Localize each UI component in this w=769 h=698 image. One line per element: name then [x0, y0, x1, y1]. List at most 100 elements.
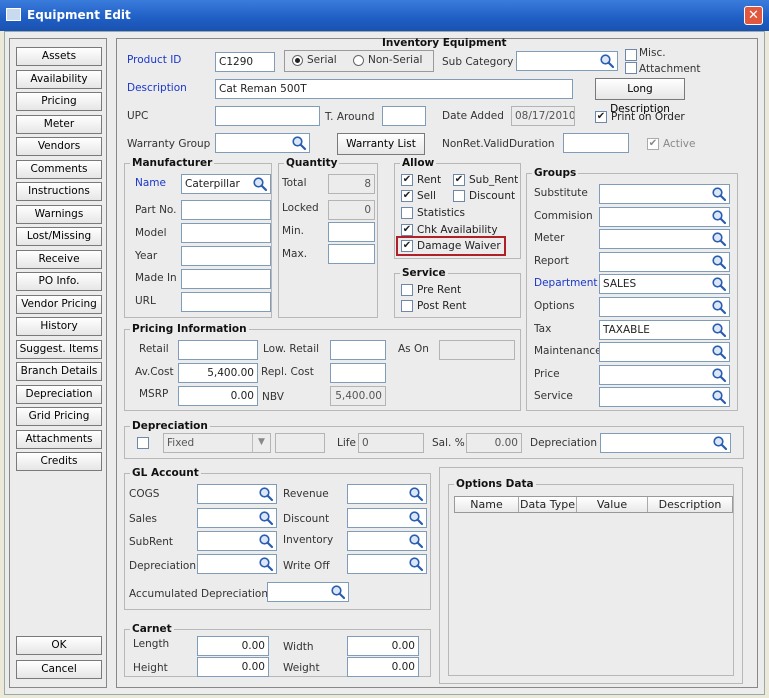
- search-icon[interactable]: [291, 135, 307, 151]
- search-icon[interactable]: [408, 556, 424, 572]
- pre-rent-checkbox[interactable]: [401, 284, 413, 296]
- search-icon[interactable]: [711, 367, 727, 383]
- cancel-button[interactable]: Cancel: [16, 660, 102, 679]
- search-icon[interactable]: [408, 510, 424, 526]
- group-department-field[interactable]: SALES: [599, 274, 730, 295]
- close-button[interactable]: ✕: [744, 6, 763, 25]
- search-icon[interactable]: [408, 533, 424, 549]
- nav-availability-button[interactable]: Availability: [16, 69, 102, 89]
- nav-branch-details-button[interactable]: Branch Details: [16, 362, 102, 381]
- post-rent-checkbox[interactable]: [401, 300, 413, 312]
- ok-button[interactable]: OK: [16, 636, 102, 655]
- mfr-name-field[interactable]: Caterpillar: [181, 174, 271, 194]
- search-icon[interactable]: [599, 53, 615, 69]
- nav-meter-button[interactable]: Meter: [16, 114, 102, 134]
- nav-lost-missing-button[interactable]: Lost/Missing: [16, 227, 102, 246]
- options-col-datatype[interactable]: Data Type: [519, 497, 577, 512]
- nav-history-button[interactable]: History: [16, 317, 102, 336]
- model-field[interactable]: [181, 223, 271, 243]
- cogs-field[interactable]: [197, 484, 277, 504]
- options-col-value[interactable]: Value: [577, 497, 648, 512]
- warranty-group-field[interactable]: [215, 133, 310, 153]
- revenue-field[interactable]: [347, 484, 427, 504]
- nav-assets-button[interactable]: Assets: [16, 47, 102, 66]
- gl-depreciation-field[interactable]: [197, 554, 277, 574]
- nav-pricing-button[interactable]: Pricing: [16, 92, 102, 111]
- max-field[interactable]: [328, 244, 375, 264]
- height-field[interactable]: 0.00: [197, 657, 269, 677]
- low-retail-field[interactable]: [330, 340, 386, 360]
- search-icon[interactable]: [711, 299, 727, 315]
- retail-field[interactable]: [178, 340, 258, 360]
- misc-checkbox[interactable]: [625, 49, 637, 61]
- min-field[interactable]: [328, 222, 375, 242]
- chk-availability-checkbox[interactable]: ✔: [401, 224, 413, 236]
- depreciation-checkbox[interactable]: [137, 437, 149, 449]
- depreciation-method-select[interactable]: Fixed ▼: [163, 433, 271, 453]
- partno-field[interactable]: [181, 200, 271, 220]
- group-price-field[interactable]: [599, 364, 730, 385]
- nav-grid-pricing-button[interactable]: Grid Pricing: [16, 407, 102, 426]
- nav-warnings-button[interactable]: Warnings: [16, 204, 102, 224]
- options-col-name[interactable]: Name: [455, 497, 519, 512]
- nav-instructions-button[interactable]: Instructions: [16, 182, 102, 201]
- sales-field[interactable]: [197, 508, 277, 528]
- nav-credits-button[interactable]: Credits: [16, 452, 102, 471]
- group-options-field[interactable]: [599, 297, 730, 317]
- nav-receive-button[interactable]: Receive: [16, 249, 102, 269]
- product-id-field[interactable]: C1290: [215, 52, 275, 72]
- active-checkbox[interactable]: ✔: [647, 138, 659, 150]
- damage-waiver-checkbox[interactable]: ✔: [401, 240, 413, 252]
- msrp-field[interactable]: 0.00: [178, 386, 258, 406]
- accum-depreciation-field[interactable]: [267, 582, 349, 602]
- search-icon[interactable]: [258, 486, 274, 502]
- search-icon[interactable]: [258, 556, 274, 572]
- nav-depreciation-button[interactable]: Depreciation: [16, 384, 102, 404]
- subrent-checkbox[interactable]: ✔: [453, 174, 465, 186]
- search-icon[interactable]: [711, 389, 727, 405]
- group-tax-field[interactable]: TAXABLE: [599, 319, 730, 340]
- group-report-field[interactable]: [599, 251, 730, 272]
- search-icon[interactable]: [258, 533, 274, 549]
- nonret-field[interactable]: [563, 133, 629, 153]
- nav-vendor-pricing-button[interactable]: Vendor Pricing: [16, 294, 102, 314]
- print-on-order-checkbox[interactable]: ✔: [595, 111, 607, 123]
- gl-discount-field[interactable]: [347, 508, 427, 528]
- group-meter-field[interactable]: [599, 229, 730, 250]
- nav-attachments-button[interactable]: Attachments: [16, 429, 102, 449]
- group-service-field[interactable]: [599, 387, 730, 408]
- madein-field[interactable]: [181, 269, 271, 289]
- url-field[interactable]: [181, 292, 271, 312]
- discount-checkbox[interactable]: [453, 190, 465, 202]
- nav-vendors-button[interactable]: Vendors: [16, 137, 102, 156]
- search-icon[interactable]: [711, 186, 727, 202]
- search-icon[interactable]: [408, 486, 424, 502]
- year-field[interactable]: [181, 246, 271, 266]
- nonserial-radio[interactable]: [353, 55, 364, 66]
- nav-po-info-button[interactable]: PO Info.: [16, 272, 102, 291]
- taround-field[interactable]: [382, 106, 426, 126]
- search-icon[interactable]: [258, 510, 274, 526]
- group-commision-field[interactable]: [599, 206, 730, 227]
- long-description-button[interactable]: Long Description: [595, 78, 685, 115]
- warranty-list-button[interactable]: Warranty List: [337, 133, 425, 155]
- weight-field[interactable]: 0.00: [347, 657, 419, 677]
- repl-cost-field[interactable]: [330, 363, 386, 383]
- inventory-field[interactable]: [347, 531, 427, 551]
- group-maintenance-field[interactable]: [599, 342, 730, 363]
- statistics-checkbox[interactable]: [401, 207, 413, 219]
- search-icon[interactable]: [330, 584, 346, 600]
- attachment-checkbox[interactable]: [625, 62, 637, 74]
- search-icon[interactable]: [711, 254, 727, 270]
- search-icon[interactable]: [711, 344, 727, 360]
- upc-field[interactable]: [215, 106, 320, 126]
- nav-comments-button[interactable]: Comments: [16, 159, 102, 179]
- options-col-description[interactable]: Description: [648, 497, 732, 512]
- length-field[interactable]: 0.00: [197, 636, 269, 656]
- rent-checkbox[interactable]: ✔: [401, 174, 413, 186]
- avcost-field[interactable]: 5,400.00: [178, 363, 258, 383]
- search-icon[interactable]: [711, 209, 727, 225]
- search-icon[interactable]: [711, 231, 727, 247]
- nav-suggest-items-button[interactable]: Suggest. Items: [16, 339, 102, 359]
- width-field[interactable]: 0.00: [347, 636, 419, 656]
